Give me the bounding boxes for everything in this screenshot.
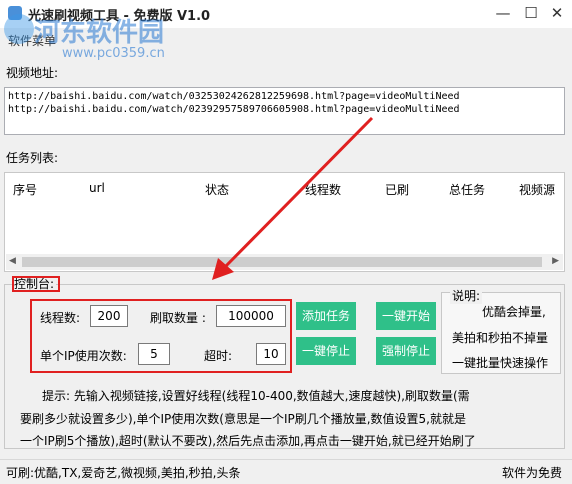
minimize-icon[interactable]: — bbox=[490, 2, 516, 24]
force-stop-button[interactable]: 强制停止 bbox=[376, 337, 436, 365]
watermark-text: 河东软件园 bbox=[34, 18, 165, 48]
scroll-left-icon[interactable]: ◀ bbox=[9, 256, 16, 266]
hint-line: 一个IP刷5个播放),超时(默认不要改),然后先点击添加,再点击一键开始,就已经… bbox=[20, 434, 476, 448]
video-address-label: 视频地址: bbox=[6, 66, 59, 80]
column-header-index[interactable]: 序号 bbox=[13, 181, 37, 198]
column-header-done[interactable]: 已刷 bbox=[385, 181, 409, 198]
control-title-highlight bbox=[12, 276, 60, 292]
watermark-logo bbox=[4, 14, 34, 44]
note-line: 一键批量快速操作 bbox=[452, 356, 549, 370]
status-bar: 可刷:优酷,TX,爱奇艺,微视频,美拍,秒拍,头条 软件为免费 bbox=[0, 459, 572, 484]
hint-line: 要刷多少就设置多少),单个IP使用次数(意思是一个IP刷几个播放量,数值设置5,… bbox=[20, 412, 466, 426]
scroll-right-icon[interactable]: ▶ bbox=[552, 256, 559, 266]
horizontal-scrollbar[interactable]: ◀ ▶ bbox=[6, 254, 563, 270]
column-header-threads[interactable]: 线程数 bbox=[305, 181, 341, 198]
task-list-label: 任务列表: bbox=[6, 151, 59, 165]
stop-all-button[interactable]: 一键停止 bbox=[296, 337, 356, 365]
note-line: 美拍和秒拍不掉量 bbox=[452, 331, 549, 345]
close-icon[interactable]: ✕ bbox=[544, 2, 570, 24]
column-header-status[interactable]: 状态 bbox=[205, 181, 229, 198]
notes-title: 说明: bbox=[450, 287, 483, 304]
task-table[interactable]: 序号 url 状态 线程数 已刷 总任务 视频源 ◀ ▶ bbox=[4, 172, 565, 272]
free-notice-text: 软件为免费 bbox=[501, 466, 562, 480]
watermark-url: www.pc0359.cn bbox=[62, 46, 165, 61]
hint-line: 提示: 先输入视频链接,设置好线程(线程10-400,数值越大,速度越快),刷取… bbox=[42, 389, 470, 403]
scrollbar-thumb[interactable] bbox=[22, 257, 542, 267]
start-all-button[interactable]: 一键开始 bbox=[376, 302, 436, 330]
note-line: 优酷会掉量, bbox=[482, 305, 546, 319]
settings-highlight bbox=[30, 299, 292, 373]
video-url-input[interactable]: http://baishi.baidu.com/watch/0325302426… bbox=[4, 87, 565, 135]
maximize-icon[interactable]: ☐ bbox=[518, 2, 544, 24]
column-header-source[interactable]: 视频源 bbox=[519, 181, 555, 198]
column-header-url[interactable]: url bbox=[89, 181, 105, 195]
add-task-button[interactable]: 添加任务 bbox=[296, 302, 356, 330]
column-header-total[interactable]: 总任务 bbox=[449, 181, 485, 198]
supported-platforms-text: 可刷:优酷,TX,爱奇艺,微视频,美拍,秒拍,头条 bbox=[6, 466, 241, 480]
